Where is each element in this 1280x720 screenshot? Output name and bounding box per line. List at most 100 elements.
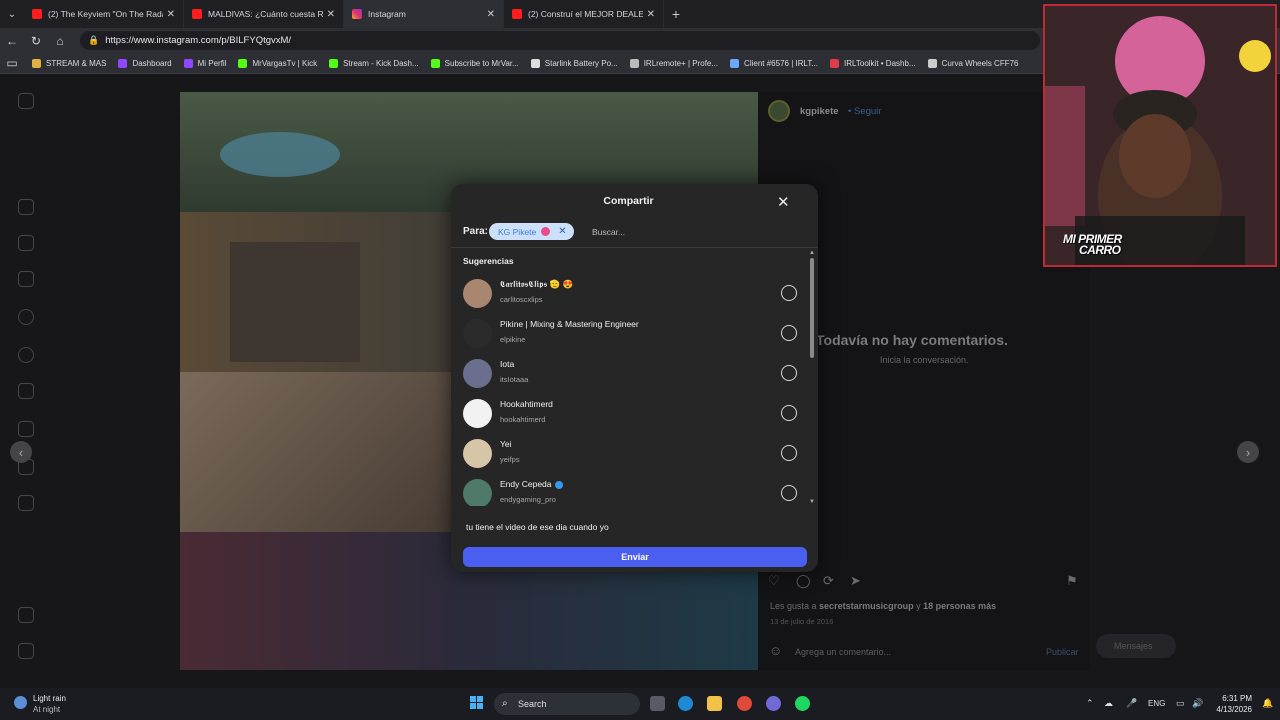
select-radio[interactable]	[781, 365, 797, 381]
author-avatar[interactable]	[768, 100, 790, 122]
bookmark-item[interactable]: Dashboard	[118, 58, 172, 68]
notifications-icon[interactable]: 🔔	[1262, 698, 1273, 709]
comment-input[interactable]: Agrega un comentario...	[795, 647, 891, 657]
clock-time: 6:31 PM	[1222, 694, 1252, 703]
cloud-icon[interactable]: ☁	[1104, 698, 1113, 709]
spotify-icon[interactable]	[795, 696, 810, 711]
select-radio[interactable]	[781, 485, 797, 501]
bookmark-item[interactable]: IRLToolkit • Dashb...	[830, 58, 916, 68]
publish-comment-button[interactable]: Publicar	[1046, 647, 1079, 657]
back-arrow-icon[interactable]: ←	[0, 29, 24, 53]
bookmark-item[interactable]: Subscribe to MrVar...	[430, 58, 519, 68]
bookmark-item[interactable]: Starlink Battery Po...	[530, 58, 618, 68]
search-icon: ⌕	[502, 698, 508, 709]
select-radio[interactable]	[781, 325, 797, 341]
browser-tab[interactable]: Instagram ✕	[344, 0, 504, 28]
instagram-logo-icon[interactable]	[18, 93, 34, 109]
likes-count-link[interactable]: 18 personas más	[923, 601, 996, 611]
app-icon[interactable]	[737, 696, 752, 711]
suggestion-name: Yei	[500, 439, 512, 449]
explore-nav-icon[interactable]	[18, 347, 34, 363]
author-username[interactable]: kgpikete	[800, 106, 839, 117]
browser-tab[interactable]: MALDIVAS: ¿Cuánto cuesta REALM ✕	[184, 0, 344, 28]
messages-button[interactable]: Mensajes	[1096, 634, 1176, 658]
messages-nav-icon[interactable]	[18, 271, 34, 287]
follow-button[interactable]: • Seguir	[848, 106, 881, 117]
tab-list-chevron-icon[interactable]: ⌄	[0, 0, 24, 28]
address-bar[interactable]: 🔒 https://www.instagram.com/p/BILFYQtgvx…	[80, 31, 1040, 50]
close-tab-icon[interactable]: ✕	[167, 9, 175, 20]
reading-list-icon[interactable]: ▭	[4, 51, 20, 75]
bookmark-item[interactable]: MrVargasTv | Kick	[238, 58, 317, 68]
home-icon[interactable]: ⌂	[48, 29, 72, 53]
bookmark-item[interactable]: Mi Perfil	[183, 58, 226, 68]
recipient-search-input[interactable]	[590, 224, 770, 239]
tab-title: MALDIVAS: ¿Cuánto cuesta REALM	[208, 9, 323, 19]
recipient-chip[interactable]: KG Pikete ✕	[489, 223, 574, 240]
close-icon[interactable]: ✕	[777, 193, 790, 211]
bookmark-label: Stream - Kick Dash...	[343, 58, 419, 68]
recipient-chip-label: KG Pikete	[498, 226, 537, 237]
close-tab-icon[interactable]: ✕	[327, 9, 335, 20]
comment-icon[interactable]: ◯	[796, 573, 811, 589]
send-button[interactable]: Enviar	[463, 547, 807, 567]
suggestion-row[interactable]: 𝕮𝖆𝖗𝖑𝖎𝖙𝖔𝖘𝕮𝖑𝖎𝖕𝖘 🫡 😍 carlitoscxlips	[463, 276, 803, 316]
emoji-icon[interactable]: ☺	[769, 643, 782, 658]
show-hidden-icons-icon[interactable]: ⌃	[1086, 698, 1094, 709]
windows-start-icon[interactable]	[470, 696, 484, 710]
select-radio[interactable]	[781, 445, 797, 461]
share-icon[interactable]: ➤	[850, 573, 861, 589]
volume-icon[interactable]: 🔊	[1192, 698, 1203, 709]
new-tab-button[interactable]: +	[664, 6, 688, 22]
likes-user-link[interactable]: secretstarmusicgroup	[819, 601, 914, 611]
scrollbar-thumb[interactable]	[810, 258, 814, 358]
file-explorer-icon[interactable]	[707, 696, 722, 711]
browser-tab[interactable]: (2) Construí el MEJOR DEALER de ✕	[504, 0, 664, 28]
edge-browser-icon[interactable]	[678, 696, 693, 711]
system-clock[interactable]: 6:31 PM 4/13/2026	[1210, 693, 1252, 715]
browser-tab[interactable]: (2) The Keyviem "On The Radar" F ✕	[24, 0, 184, 28]
scroll-down-icon[interactable]: ▼	[809, 499, 815, 505]
remove-recipient-icon[interactable]: ✕	[558, 226, 566, 237]
bookmark-item[interactable]: Client #6576 | IRLT...	[730, 58, 818, 68]
refresh-icon[interactable]: ↻	[24, 29, 48, 53]
scroll-up-icon[interactable]: ▲	[809, 250, 815, 256]
bookmark-item[interactable]: Curva Wheels CFF76	[927, 58, 1019, 68]
taskbar-search[interactable]: ⌕ Search	[494, 693, 640, 715]
select-radio[interactable]	[781, 285, 797, 301]
bookmark-item[interactable]: STREAM & MAS	[32, 58, 106, 68]
reels-nav-icon[interactable]	[18, 235, 34, 251]
home-nav-icon[interactable]	[18, 199, 34, 215]
bookmark-item[interactable]: IRLremote+ | Profe...	[629, 58, 718, 68]
suggestion-row[interactable]: Yei yeifps	[463, 436, 803, 476]
profile-nav-icon[interactable]	[18, 495, 34, 511]
meta-apps-icon[interactable]	[18, 643, 34, 659]
create-nav-icon[interactable]	[18, 421, 34, 437]
save-bookmark-icon[interactable]: ⚑	[1066, 573, 1078, 589]
select-radio[interactable]	[781, 405, 797, 421]
suggestion-row[interactable]: Iota itsIotaaa	[463, 356, 803, 396]
search-nav-icon[interactable]	[18, 309, 34, 325]
likes-summary: Les gusta a secretstarmusicgroup y 18 pe…	[770, 601, 996, 611]
more-menu-icon[interactable]	[18, 607, 34, 623]
close-tab-icon[interactable]: ✕	[647, 9, 655, 20]
suggestion-row[interactable]: Hookahtimerd hookahtimerd	[463, 396, 803, 436]
notifications-nav-icon[interactable]	[18, 383, 34, 399]
network-icon[interactable]: ▭	[1176, 698, 1185, 709]
message-input[interactable]: tu tiene el video de ese dia cuando yo	[466, 522, 609, 532]
language-indicator[interactable]: ENG	[1148, 699, 1165, 708]
repost-icon[interactable]: ⟳	[823, 573, 834, 589]
suggestion-username: yeifps	[500, 455, 520, 464]
close-tab-icon[interactable]: ✕	[487, 9, 495, 20]
discord-icon[interactable]	[766, 696, 781, 711]
bookmark-item[interactable]: Stream - Kick Dash...	[329, 58, 419, 68]
microphone-icon[interactable]: 🎤	[1126, 698, 1137, 709]
suggestions-heading: Sugerencias	[463, 256, 514, 266]
previous-post-arrow-icon[interactable]: ‹	[10, 441, 32, 463]
like-heart-icon[interactable]: ♡	[768, 573, 780, 589]
task-view-icon[interactable]	[650, 696, 665, 711]
suggestion-row[interactable]: Pikine | Mixing & Mastering Engineer elp…	[463, 316, 803, 356]
suggestions-scrollbar[interactable]: ▲ ▼	[809, 250, 815, 506]
suggestion-row[interactable]: Endy Cepeda endygaming_pro	[463, 476, 803, 506]
next-post-arrow-icon[interactable]: ›	[1237, 441, 1259, 463]
